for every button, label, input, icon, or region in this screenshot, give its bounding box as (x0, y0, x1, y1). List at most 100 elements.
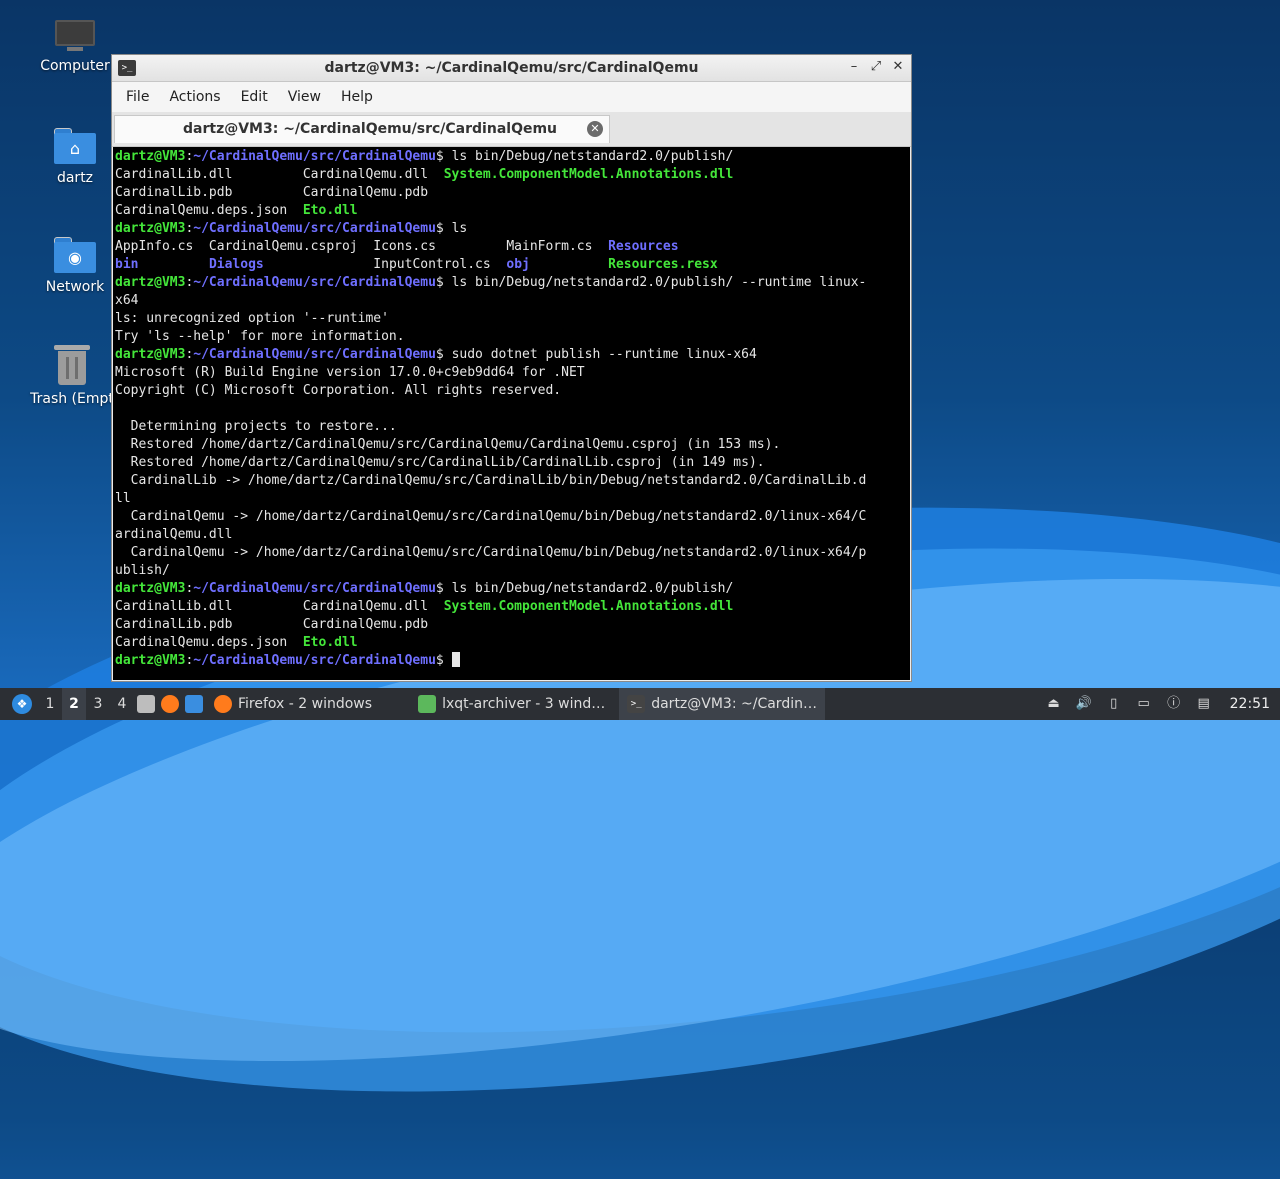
menu-view[interactable]: View (278, 89, 331, 105)
taskbar: ❖ 1 2 3 4 Firefox - 2 windows lxqt-archi… (0, 688, 1280, 720)
window-title: dartz@VM3: ~/CardinalQemu/src/CardinalQe… (324, 60, 699, 76)
tab-bar: dartz@VM3: ~/CardinalQemu/src/CardinalQe… (112, 112, 911, 147)
terminal-text: Copyright (C) Microsoft Corporation. All… (115, 383, 562, 398)
taskbar-window-archiver[interactable]: lxqt-archiver - 3 wind… (410, 688, 613, 720)
eject-icon[interactable]: ⏏ (1046, 696, 1062, 712)
terminal-text: x64 (115, 293, 139, 308)
file-manager-launcher-icon[interactable] (185, 695, 203, 713)
terminal-text: Dialogs (208, 257, 264, 272)
computer-icon (55, 20, 95, 52)
desktop-icon-home[interactable]: ⌂ dartz (25, 128, 125, 186)
terminal-text: CardinalLib.dll CardinalQemu.dll (115, 599, 444, 614)
terminal-line: dartz@VM3:~/CardinalQemu/src/CardinalQem… (115, 346, 910, 364)
taskbar-window-label: dartz@VM3: ~/Cardin… (651, 696, 817, 712)
terminal-text: Eto.dll (302, 635, 358, 650)
firefox-launcher-icon[interactable] (161, 695, 179, 713)
terminal-line: Determining projects to restore... (115, 418, 910, 436)
menu-help[interactable]: Help (331, 89, 383, 105)
network-folder-icon: ◉ (54, 237, 96, 273)
menu-actions[interactable]: Actions (159, 89, 230, 105)
terminal-line: Restored /home/dartz/CardinalQemu/src/Ca… (115, 454, 910, 472)
terminal-text: ll (115, 491, 131, 506)
terminal-line: CardinalQemu.deps.json Eto.dll (115, 634, 910, 652)
terminal-text: Try 'ls --help' for more information. (115, 329, 405, 344)
terminal-text: Microsoft (R) Build Engine version 17.0.… (115, 365, 585, 380)
menu-edit[interactable]: Edit (231, 89, 278, 105)
taskbar-window-label: lxqt-archiver - 3 wind… (442, 696, 606, 712)
terminal-line: Try 'ls --help' for more information. (115, 328, 910, 346)
terminal-text: CardinalLib.pdb CardinalQemu.pdb (115, 617, 429, 632)
terminal-text: $ ls bin/Debug/netstandard2.0/publish/ -… (435, 275, 867, 290)
prompt-user: dartz@VM3 (115, 221, 186, 236)
terminal-text: ublish/ (115, 563, 170, 578)
terminal-output[interactable]: dartz@VM3:~/CardinalQemu/src/CardinalQem… (113, 147, 910, 680)
terminal-line: AppInfo.cs CardinalQemu.csproj Icons.cs … (115, 238, 910, 256)
prompt-user: dartz@VM3 (115, 653, 186, 668)
network-icon[interactable]: ▭ (1136, 696, 1152, 712)
volume-icon[interactable]: 🔊 (1076, 696, 1092, 712)
menu-file[interactable]: File (116, 89, 159, 105)
taskbar-window-firefox[interactable]: Firefox - 2 windows (206, 688, 380, 720)
firefox-icon (214, 695, 232, 713)
workspace-4[interactable]: 4 (110, 688, 134, 720)
desktop-icon-trash[interactable]: Trash (Empt (22, 345, 122, 407)
terminal-app-icon[interactable]: >_ (118, 60, 136, 76)
terminal-line: dartz@VM3:~/CardinalQemu/src/CardinalQem… (115, 220, 910, 238)
prompt-user: dartz@VM3 (115, 581, 186, 596)
terminal-text: CardinalQemu -> /home/dartz/CardinalQemu… (115, 545, 867, 560)
workspace-3[interactable]: 3 (86, 688, 110, 720)
desktop-icon-computer[interactable]: Computer (25, 20, 125, 74)
lxqt-menu-icon: ❖ (12, 694, 32, 714)
terminal-line: CardinalQemu.deps.json Eto.dll (115, 202, 910, 220)
terminal-line: Restored /home/dartz/CardinalQemu/src/Ca… (115, 436, 910, 454)
tray-extra-icon[interactable]: ▤ (1196, 696, 1212, 712)
desktop-icon-label: Computer (40, 58, 110, 74)
terminal-text: InputControl.cs (263, 257, 507, 272)
terminal-text: CardinalLib -> /home/dartz/CardinalQemu/… (115, 473, 867, 488)
terminal-line: CardinalLib.dll CardinalQemu.dll System.… (115, 166, 910, 184)
terminal-tab[interactable]: dartz@VM3: ~/CardinalQemu/src/CardinalQe… (114, 115, 610, 143)
update-notifier-icon[interactable]: ⓘ (1166, 696, 1182, 712)
maximize-button[interactable]: ⤢ (869, 59, 883, 75)
terminal-line: dartz@VM3:~/CardinalQemu/src/CardinalQem… (115, 580, 910, 598)
prompt-path: ~/CardinalQemu/src/CardinalQemu (193, 149, 436, 164)
prompt-user: dartz@VM3 (115, 149, 186, 164)
terminal-line: bin Dialogs InputControl.cs obj Resource… (115, 256, 910, 274)
taskbar-window-terminal[interactable]: >_ dartz@VM3: ~/Cardin… (619, 688, 825, 720)
taskbar-window-label: Firefox - 2 windows (238, 696, 373, 712)
terminal-line: Microsoft (R) Build Engine version 17.0.… (115, 364, 910, 382)
terminal-line: CardinalLib.pdb CardinalQemu.pdb (115, 616, 910, 634)
terminal-text: $ ls bin/Debug/netstandard2.0/publish/ (435, 581, 734, 596)
terminal-text: bin (115, 257, 139, 272)
desktop-icon-label: Network (45, 279, 105, 295)
workspace-2[interactable]: 2 (62, 688, 86, 720)
terminal-text: Determining projects to restore... (115, 419, 397, 434)
terminal-text: $ ls (435, 221, 468, 236)
terminal-line: x64 (115, 292, 910, 310)
workspace-1[interactable]: 1 (38, 688, 62, 720)
prompt-path: ~/CardinalQemu/src/CardinalQemu (193, 221, 436, 236)
app-menu-button[interactable]: ❖ (0, 688, 38, 720)
close-button[interactable]: ✕ (891, 59, 905, 75)
terminal-text: $ sudo dotnet publish --runtime linux-x6… (435, 347, 757, 362)
window-titlebar[interactable]: >_ dartz@VM3: ~/CardinalQemu/src/Cardina… (112, 55, 911, 82)
prompt-path: ~/CardinalQemu/src/CardinalQemu (193, 581, 436, 596)
clock[interactable]: 22:51 (1230, 696, 1270, 712)
terminal-text: Eto.dll (302, 203, 358, 218)
terminal-text: Resources.resx (608, 257, 718, 272)
terminal-line: dartz@VM3:~/CardinalQemu/src/CardinalQem… (115, 652, 910, 670)
terminal-line: CardinalQemu -> /home/dartz/CardinalQemu… (115, 508, 910, 526)
prompt-user: dartz@VM3 (115, 275, 186, 290)
prompt-path: ~/CardinalQemu/src/CardinalQemu (193, 275, 436, 290)
clipboard-icon[interactable]: ▯ (1106, 696, 1122, 712)
tab-close-icon[interactable]: ✕ (587, 121, 603, 137)
desktop-icon-network[interactable]: ◉ Network (25, 237, 125, 295)
archiver-icon (418, 695, 437, 713)
terminal-text: CardinalQemu -> /home/dartz/CardinalQemu… (115, 509, 867, 524)
show-desktop-icon[interactable] (137, 695, 155, 713)
terminal-text: $ (435, 653, 452, 668)
minimize-button[interactable]: – (847, 59, 861, 75)
terminal-line: Copyright (C) Microsoft Corporation. All… (115, 382, 910, 400)
